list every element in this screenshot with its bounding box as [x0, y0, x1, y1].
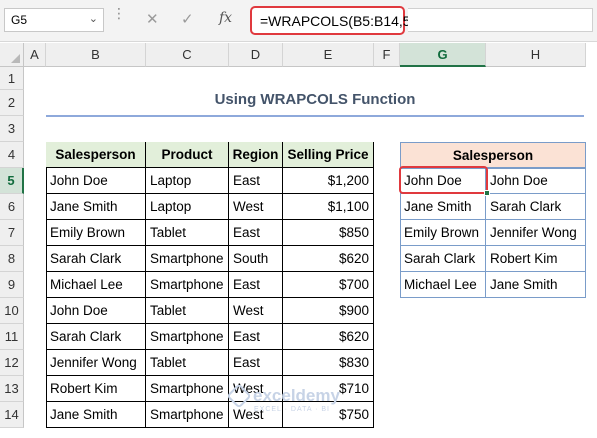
row-header-3[interactable]: 3: [0, 116, 24, 142]
row-header-6[interactable]: 6: [0, 194, 24, 220]
insert-function-icon[interactable]: fx: [219, 10, 232, 26]
output-cell[interactable]: Sarah Clark: [400, 246, 486, 272]
table-cell[interactable]: East: [229, 272, 283, 298]
chevron-down-icon[interactable]: ⌄: [89, 12, 98, 25]
column-header-h[interactable]: H: [486, 43, 586, 67]
table-cell[interactable]: Laptop: [146, 194, 229, 220]
row-header-7[interactable]: 7: [0, 220, 24, 246]
table-cell[interactable]: $850: [283, 220, 374, 246]
output-cell[interactable]: Jane Smith: [486, 272, 586, 298]
name-box[interactable]: G5 ⌄: [4, 8, 104, 32]
table-cell[interactable]: Smartphone: [146, 376, 229, 402]
title-underline: [46, 115, 584, 117]
row-header-5[interactable]: 5: [0, 168, 24, 194]
table-cell[interactable]: Smartphone: [146, 272, 229, 298]
table-cell[interactable]: Jane Smith: [46, 194, 146, 220]
table-header-cell[interactable]: Selling Price: [283, 142, 374, 168]
table-cell[interactable]: West: [229, 194, 283, 220]
table-cell[interactable]: Emily Brown: [46, 220, 146, 246]
selected-cell-highlight: [399, 166, 488, 194]
row-header-14[interactable]: 14: [0, 402, 24, 428]
table-cell[interactable]: South: [229, 246, 283, 272]
table-cell[interactable]: Sarah Clark: [46, 246, 146, 272]
table-cell[interactable]: East: [229, 168, 283, 194]
table-cell[interactable]: $1,200: [283, 168, 374, 194]
column-header-c[interactable]: C: [146, 43, 229, 67]
table-cell[interactable]: Tablet: [146, 220, 229, 246]
sheet-title: Using WRAPCOLS Function: [214, 91, 416, 108]
enter-icon[interactable]: ✓: [181, 10, 194, 28]
output-header-cell[interactable]: Salesperson: [400, 142, 586, 168]
watermark-name: exceldemy: [253, 386, 340, 405]
table-cell[interactable]: Tablet: [146, 298, 229, 324]
select-all-button[interactable]: [0, 43, 24, 67]
table-header-cell[interactable]: Region: [229, 142, 283, 168]
row-header-12[interactable]: 12: [0, 350, 24, 376]
table-header-cell[interactable]: Salesperson: [46, 142, 146, 168]
row-header-13[interactable]: 13: [0, 376, 24, 402]
cancel-icon[interactable]: ✕: [146, 10, 159, 28]
table-cell[interactable]: $830: [283, 350, 374, 376]
table-cell[interactable]: East: [229, 324, 283, 350]
column-header-e[interactable]: E: [283, 43, 374, 67]
table-cell[interactable]: $620: [283, 324, 374, 350]
table-cell[interactable]: John Doe: [46, 168, 146, 194]
table-cell[interactable]: Michael Lee: [46, 272, 146, 298]
formula-input[interactable]: =WRAPCOLS(B5:B14,5): [250, 6, 415, 35]
table-cell[interactable]: Sarah Clark: [46, 324, 146, 350]
row-header-9[interactable]: 9: [0, 272, 24, 298]
table-cell[interactable]: Smartphone: [146, 402, 229, 428]
table-cell[interactable]: Jane Smith: [46, 402, 146, 428]
table-cell[interactable]: East: [229, 350, 283, 376]
output-cell[interactable]: Emily Brown: [400, 220, 486, 246]
row-header-2[interactable]: 2: [0, 90, 24, 116]
fill-handle[interactable]: [484, 190, 490, 196]
watermark-logo: exceldemy EXCEL · DATA · BI: [226, 383, 340, 413]
table-cell[interactable]: $700: [283, 272, 374, 298]
output-cell[interactable]: John Doe: [486, 168, 586, 194]
table-cell[interactable]: West: [229, 298, 283, 324]
formula-bar: G5 ⌄ ⋮ ✕ ✓ fx =WRAPCOLS(B5:B14,5): [0, 0, 597, 42]
table-cell[interactable]: East: [229, 220, 283, 246]
table-cell[interactable]: Tablet: [146, 350, 229, 376]
table-cell[interactable]: $620: [283, 246, 374, 272]
output-cell[interactable]: Robert Kim: [486, 246, 586, 272]
table-cell[interactable]: Robert Kim: [46, 376, 146, 402]
drag-handle-icon[interactable]: ⋮: [112, 6, 126, 20]
row-header-8[interactable]: 8: [0, 246, 24, 272]
column-header-f[interactable]: F: [374, 43, 400, 67]
row-header-11[interactable]: 11: [0, 324, 24, 350]
output-cell[interactable]: Sarah Clark: [486, 194, 586, 220]
formula-text: =WRAPCOLS(B5:B14,5): [260, 12, 416, 29]
column-header-b[interactable]: B: [46, 43, 146, 67]
table-header-cell[interactable]: Product: [146, 142, 229, 168]
output-cell[interactable]: Michael Lee: [400, 272, 486, 298]
row-header-1[interactable]: 1: [0, 67, 24, 90]
table-cell[interactable]: Smartphone: [146, 324, 229, 350]
output-cell[interactable]: Jane Smith: [400, 194, 486, 220]
output-cell[interactable]: Jennifer Wong: [486, 220, 586, 246]
table-cell[interactable]: Laptop: [146, 168, 229, 194]
formula-input-extension[interactable]: [408, 8, 593, 32]
table-cell[interactable]: $1,100: [283, 194, 374, 220]
name-box-value: G5: [11, 13, 28, 27]
table-cell[interactable]: Smartphone: [146, 246, 229, 272]
watermark-tagline: EXCEL · DATA · BI: [254, 406, 330, 413]
column-header-d[interactable]: D: [229, 43, 283, 67]
row-header-10[interactable]: 10: [0, 298, 24, 324]
row-header-4[interactable]: 4: [0, 142, 24, 168]
table-cell[interactable]: Jennifer Wong: [46, 350, 146, 376]
exceldemy-logo-icon: [226, 383, 252, 409]
table-cell[interactable]: $900: [283, 298, 374, 324]
column-header-g[interactable]: G: [400, 43, 486, 67]
table-cell[interactable]: John Doe: [46, 298, 146, 324]
column-header-a[interactable]: A: [24, 43, 46, 67]
